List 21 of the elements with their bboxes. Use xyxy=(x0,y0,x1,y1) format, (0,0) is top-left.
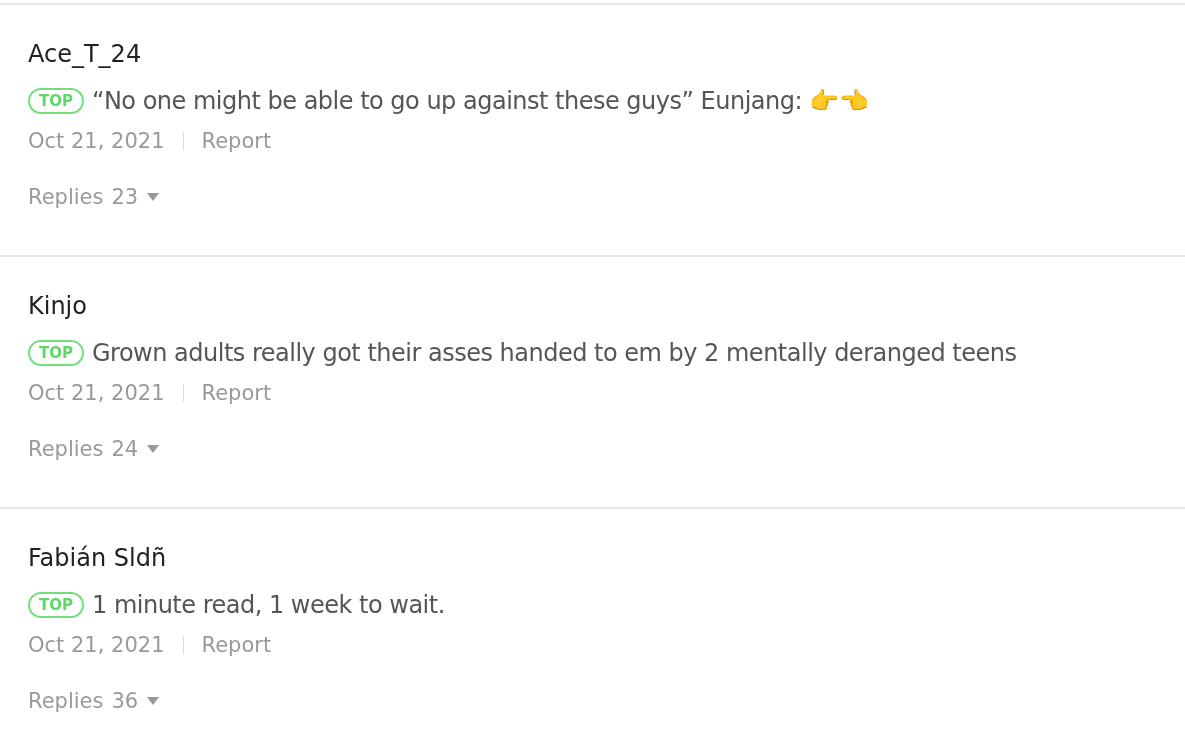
replies-toggle[interactable]: Replies 23 xyxy=(28,185,161,209)
comment-text: 1 minute read, 1 week to wait. xyxy=(92,591,445,619)
comment-author: Ace_T_24 xyxy=(28,39,142,69)
replies-toggle[interactable]: Replies 24 xyxy=(28,437,161,461)
comment-author: Fabián Sldñ xyxy=(28,543,167,573)
comment-date: Oct 21, 2021 xyxy=(28,129,165,153)
replies-toggle[interactable]: Replies 36 xyxy=(28,689,161,713)
report-link[interactable]: Report xyxy=(201,129,272,153)
report-link[interactable]: Report xyxy=(201,633,272,657)
comment-text: “No one might be able to go up against these guys” Eunjang: 👉👈 xyxy=(92,87,869,115)
caret-icon xyxy=(146,192,161,202)
top-badge: TOP xyxy=(28,592,84,618)
report-link[interactable]: Report xyxy=(201,381,272,405)
top-badge: TOP xyxy=(28,88,84,114)
comment-date: Oct 21, 2021 xyxy=(28,633,165,657)
comment-text: Grown adults really got their asses handed to em by 2 mentally deranged teens xyxy=(92,339,1017,367)
caret-icon xyxy=(146,696,161,706)
caret-icon xyxy=(146,444,161,454)
comment-author: Kinjo xyxy=(28,291,87,321)
top-badge: TOP xyxy=(28,340,84,366)
comment-date: Oct 21, 2021 xyxy=(28,381,165,405)
